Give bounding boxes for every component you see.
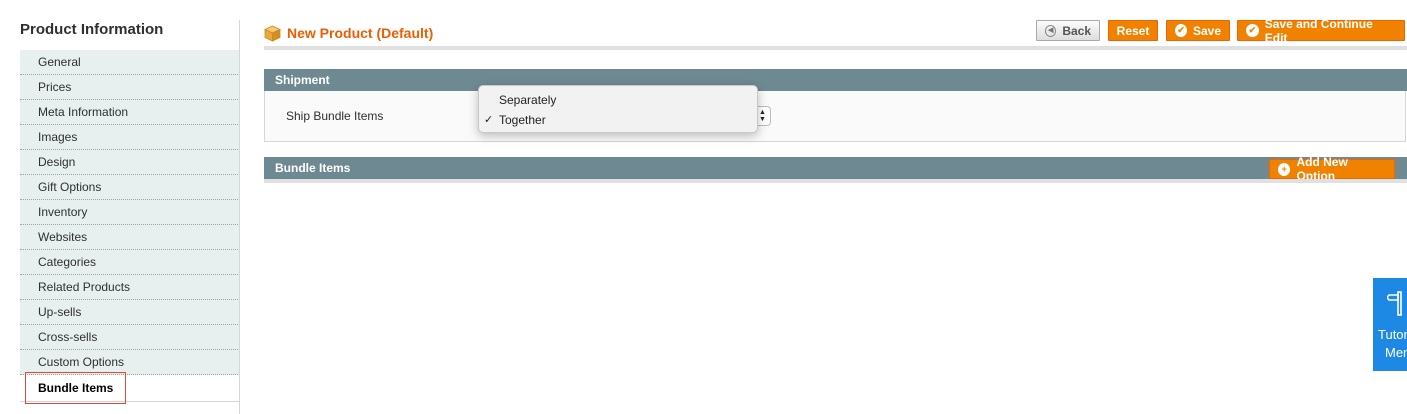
- sidebar-item-categories[interactable]: Categories: [20, 250, 240, 275]
- sidebar-item-up-sells[interactable]: Up-sells: [20, 300, 240, 325]
- product-box-icon: [264, 25, 281, 42]
- plus-circle-icon: +: [1278, 162, 1291, 176]
- check-circle-icon: ✔: [1246, 24, 1259, 37]
- sidebar-title: Product Information: [20, 21, 164, 38]
- sidebar-divider: [239, 20, 240, 414]
- tutorial-menu-label: Tutor Men: [1378, 326, 1407, 362]
- sidebar-item-websites[interactable]: Websites: [20, 225, 240, 250]
- sidebar-item-meta-information[interactable]: Meta Information: [20, 100, 240, 125]
- sidebar-tab-list: General Prices Meta Information Images D…: [20, 50, 240, 402]
- sidebar-item-gift-options[interactable]: Gift Options: [20, 175, 240, 200]
- save-button-label: Save: [1192, 23, 1221, 38]
- dropdown-option-together[interactable]: ✓ Together: [484, 113, 546, 127]
- header-divider: [264, 46, 1407, 50]
- dropdown-option-label: Together: [499, 113, 546, 127]
- select-arrows-icon: ▲ ▼: [759, 109, 766, 123]
- page-title: New Product (Default): [287, 25, 434, 41]
- shipment-section-header: Shipment: [264, 69, 1407, 91]
- sidebar-item-inventory[interactable]: Inventory: [20, 200, 240, 225]
- save-and-continue-label: Save and Continue Edit: [1264, 16, 1373, 45]
- reset-button[interactable]: Reset: [1108, 20, 1158, 41]
- bundle-items-section-header: Bundle Items: [264, 157, 1407, 179]
- page-header: New Product (Default): [264, 18, 1407, 48]
- sidebar-item-custom-options[interactable]: Custom Options: [20, 350, 240, 375]
- save-and-continue-button[interactable]: ✔ Save and Continue Edit: [1237, 17, 1405, 45]
- sidebar-item-related-products[interactable]: Related Products: [20, 275, 240, 300]
- back-button[interactable]: ◀ Back: [1036, 20, 1100, 41]
- save-button[interactable]: ✔ Save: [1166, 20, 1230, 41]
- ship-bundle-items-dropdown: Separately ✓ Together: [478, 85, 758, 133]
- back-arrow-icon: ◀: [1045, 24, 1057, 37]
- shipment-section-title: Shipment: [275, 73, 330, 87]
- add-new-option-button[interactable]: + Add New Option: [1269, 155, 1395, 183]
- ship-bundle-items-label: Ship Bundle Items: [286, 109, 384, 123]
- tutorial-label-line2: Men: [1385, 345, 1407, 360]
- sidebar-item-bundle-items[interactable]: Bundle Items: [20, 375, 240, 402]
- reset-button-label: Reset: [1116, 23, 1150, 38]
- sidebar-item-design[interactable]: Design: [20, 150, 240, 175]
- shipment-fieldset: Ship Bundle Items ▲ ▼: [264, 91, 1406, 142]
- dropdown-option-separately[interactable]: Separately: [499, 93, 556, 107]
- sidebar-item-cross-sells[interactable]: Cross-sells: [20, 325, 240, 350]
- sidebar-item-images[interactable]: Images: [20, 125, 240, 150]
- tutorial-label-line1: Tutor: [1378, 327, 1407, 342]
- dropdown-option-label: Separately: [499, 93, 557, 107]
- sidebar-item-general[interactable]: General: [20, 50, 240, 75]
- tutorial-menu-widget[interactable]: Tutor Men: [1373, 278, 1407, 371]
- sidebar-item-prices[interactable]: Prices: [20, 75, 240, 100]
- check-circle-icon: ✔: [1175, 24, 1187, 37]
- bundle-items-divider: [264, 179, 1407, 183]
- back-button-label: Back: [1062, 23, 1091, 38]
- signpost-icon: [1387, 291, 1402, 316]
- product-info-sidebar: Product Information General Prices Meta …: [20, 0, 240, 414]
- checkmark-icon: ✓: [484, 114, 494, 126]
- bundle-items-section-title: Bundle Items: [275, 161, 351, 175]
